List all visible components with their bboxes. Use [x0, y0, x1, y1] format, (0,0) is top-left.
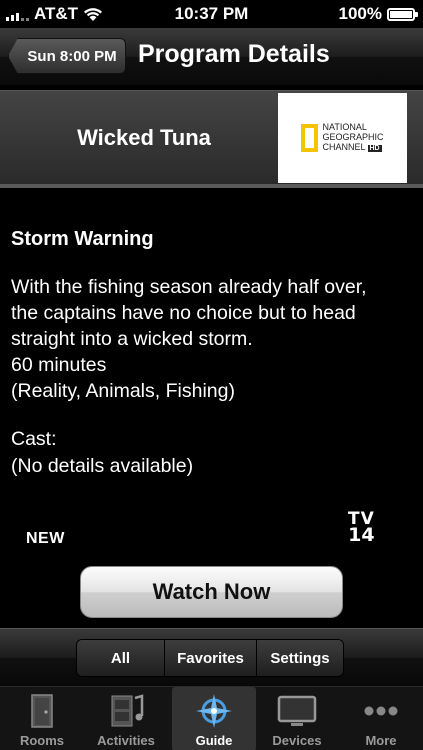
compass-icon: [194, 693, 234, 729]
tab-activities[interactable]: Activities: [84, 687, 168, 750]
battery-icon: [387, 7, 418, 21]
status-right: 100%: [338, 4, 418, 24]
episode-title: Storm Warning: [11, 228, 154, 250]
nat-geo-frame-icon: [301, 124, 319, 152]
tab-devices[interactable]: Devices: [255, 687, 339, 750]
back-button[interactable]: Sun 8:00 PM: [8, 38, 126, 74]
channel-logo-text: NATIONAL GEOGRAPHIC CHANNEL HD: [322, 122, 384, 152]
cast-label: Cast:: [11, 428, 57, 450]
channel-logo: NATIONAL GEOGRAPHIC CHANNEL HD: [278, 93, 407, 183]
filter-segmented-control: All Favorites Settings: [76, 639, 344, 677]
film-music-icon: [106, 693, 146, 729]
description-line: With the fishing season already half ove…: [11, 276, 367, 298]
filter-favorites[interactable]: Favorites: [165, 640, 257, 676]
page-title: Program Details: [138, 40, 330, 68]
filter-bar: All Favorites Settings: [0, 628, 423, 686]
filter-settings[interactable]: Settings: [257, 640, 343, 676]
status-bar: AT&T 10:37 PM 100%: [0, 0, 423, 28]
tab-guide[interactable]: Guide: [172, 687, 256, 750]
navigation-bar: Sun 8:00 PM Program Details: [0, 28, 423, 86]
cast-value: (No details available): [11, 455, 194, 477]
tv-icon: [277, 693, 317, 729]
watch-now-button[interactable]: Watch Now: [80, 566, 343, 618]
tab-more[interactable]: More: [339, 687, 423, 750]
new-badge: NEW: [26, 530, 65, 547]
ellipsis-icon: [361, 693, 401, 729]
description-line: straight into a wicked storm.: [11, 328, 253, 350]
program-description: With the fishing season already half ove…: [11, 274, 411, 404]
show-title: Wicked Tuna: [77, 125, 211, 150]
tab-bar: Rooms Activities Guide Devices More: [0, 686, 423, 750]
program-duration: 60 minutes: [11, 354, 107, 376]
filter-all[interactable]: All: [77, 640, 165, 676]
tab-rooms[interactable]: Rooms: [0, 687, 84, 750]
battery-percent: 100%: [338, 4, 382, 23]
program-genres: (Reality, Animals, Fishing): [11, 380, 235, 402]
show-header: Wicked Tuna NATIONAL GEOGRAPHIC CHANNEL H…: [0, 90, 423, 188]
tv-rating-badge: TV 14: [348, 509, 375, 546]
door-icon: [22, 693, 62, 729]
description-line: the captains have no choice but to head: [11, 302, 356, 324]
